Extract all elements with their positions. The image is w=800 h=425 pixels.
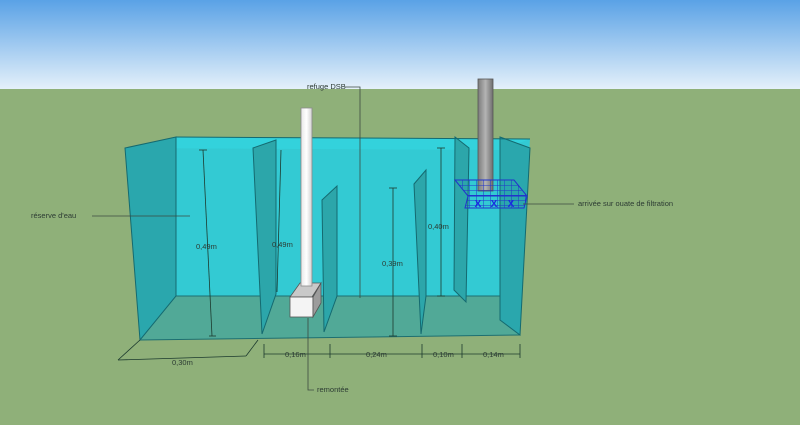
dim-height-mid: 0,49m (272, 240, 293, 249)
dim-width-reserve: 0,30m (172, 358, 193, 367)
dim-height-reserve: 0,49m (196, 242, 217, 251)
dim-width-gap: 0,10m (433, 350, 454, 359)
water-back (176, 137, 530, 296)
marker-x-2: X (491, 199, 498, 210)
label-remontee: remontée (317, 385, 349, 394)
dim-height-filter: 0,40m (428, 222, 449, 231)
marker-x-1: X (475, 199, 482, 210)
sump-diagram: X X X (0, 0, 800, 425)
dim-width-pump: 0,16m (285, 350, 306, 359)
inflow-pipe (477, 78, 494, 192)
filter-grid (453, 179, 529, 197)
pump-block (289, 296, 314, 318)
dim-width-refuge: 0,24m (366, 350, 387, 359)
dim-height-refuge: 0,39m (382, 259, 403, 268)
label-refuge-dsb: refuge DSB (307, 82, 346, 91)
marker-x-3: X (508, 199, 515, 210)
divider-filter (453, 135, 470, 304)
label-reserve-eau: réserve d'eau (31, 211, 77, 220)
dim-width-filter: 0,14m (483, 350, 504, 359)
label-arrivee-filtration: arrivée sur ouate de filtration (578, 199, 674, 208)
sky (0, 0, 800, 89)
return-pipe (300, 107, 313, 287)
